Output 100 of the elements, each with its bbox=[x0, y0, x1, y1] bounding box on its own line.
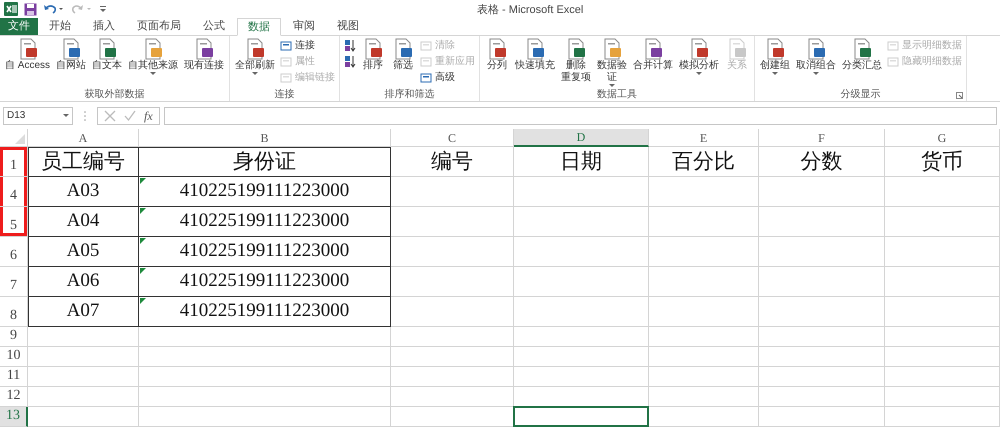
table-cell: 410225199111223000 bbox=[139, 267, 391, 297]
command-icon bbox=[420, 56, 432, 68]
customize-caret-icon[interactable] bbox=[99, 4, 107, 14]
row-header[interactable]: 12 bbox=[0, 387, 28, 407]
command-icon bbox=[420, 40, 432, 52]
ribbon-button[interactable]: 排序 bbox=[359, 38, 388, 72]
insert-function-button[interactable]: fx bbox=[144, 110, 153, 122]
table-cell: 员工编号 bbox=[28, 147, 139, 177]
row-header[interactable]: 8 bbox=[0, 297, 28, 327]
ribbon-button[interactable]: 全部刷新 bbox=[233, 38, 278, 76]
group-label: 数据工具 bbox=[597, 89, 638, 101]
table-cell: A04 bbox=[28, 207, 139, 237]
row-header[interactable]: 9 bbox=[0, 327, 28, 347]
caret-icon bbox=[150, 72, 156, 76]
ribbon-tab[interactable]: 视图 bbox=[327, 18, 369, 35]
ribbon-button[interactable]: 分类汇总 bbox=[840, 38, 884, 72]
ribbon-button[interactable]: 模拟分析 bbox=[677, 38, 722, 76]
table-cell: 410225199111223000 bbox=[139, 237, 391, 267]
row-header[interactable]: 11 bbox=[0, 367, 28, 387]
name-box[interactable]: D13 bbox=[3, 106, 73, 124]
row-header[interactable]: 7 bbox=[0, 267, 28, 297]
file-tab[interactable]: 文件 bbox=[0, 18, 38, 35]
row-header[interactable]: 6 bbox=[0, 237, 28, 267]
caret-icon bbox=[772, 72, 778, 76]
error-indicator-icon bbox=[140, 268, 146, 274]
ribbon-button[interactable]: 自 Access bbox=[3, 38, 52, 72]
sort-button[interactable] bbox=[343, 54, 358, 69]
ribbon-button[interactable]: 高级 bbox=[419, 70, 476, 85]
sort-icon bbox=[344, 55, 356, 68]
row-header[interactable]: 10 bbox=[0, 347, 28, 367]
column-header[interactable]: A bbox=[28, 129, 139, 147]
table-cell: 分数 bbox=[759, 147, 885, 177]
group-label: 排序和筛选 bbox=[384, 89, 435, 101]
error-indicator-icon bbox=[140, 208, 146, 214]
ribbon-tab[interactable]: 页面布局 bbox=[127, 18, 191, 35]
ribbon-button[interactable]: 自网站 bbox=[54, 38, 88, 72]
window-title: 表格 - Microsoft Excel bbox=[477, 3, 584, 18]
ribbon-button[interactable]: 连接 bbox=[279, 38, 336, 53]
caret-icon bbox=[696, 72, 702, 76]
table-cell: 编号 bbox=[391, 147, 514, 177]
table-cell: A05 bbox=[28, 237, 139, 267]
table-cell: 日期 bbox=[514, 147, 649, 177]
column-header[interactable]: B bbox=[139, 129, 391, 147]
ribbon-button[interactable]: 删除 重复项 bbox=[559, 38, 594, 84]
error-indicator-icon bbox=[140, 178, 146, 184]
group-label: 分级显示 bbox=[840, 89, 881, 101]
row-header[interactable]: 1 bbox=[0, 147, 28, 177]
ribbon-button[interactable]: 筛选 bbox=[389, 38, 418, 72]
formula-input[interactable] bbox=[164, 106, 997, 124]
group-label: 获取外部数据 bbox=[84, 89, 144, 101]
ribbon-button[interactable]: 取消组合 bbox=[794, 38, 838, 76]
table-cell: 410225199111223000 bbox=[139, 177, 391, 207]
dialog-launcher-icon[interactable] bbox=[956, 92, 964, 99]
table-cell: 身份证 bbox=[139, 147, 391, 177]
column-header[interactable]: G bbox=[885, 129, 1000, 147]
caret-icon bbox=[252, 72, 258, 76]
ribbon-button[interactable]: 创建组 bbox=[758, 38, 792, 76]
caret-icon bbox=[609, 84, 616, 88]
ribbon-button[interactable]: 分列 bbox=[483, 38, 512, 72]
ribbon-tab[interactable]: 公式 bbox=[193, 18, 235, 35]
table-cell: A06 bbox=[28, 267, 139, 297]
grip-icon bbox=[83, 110, 87, 122]
table-cell: 货币 bbox=[885, 147, 1000, 177]
column-header[interactable]: E bbox=[649, 129, 759, 147]
group-label: 连接 bbox=[274, 89, 295, 101]
ribbon-button[interactable]: 自文本 bbox=[90, 38, 124, 72]
ribbon-button[interactable]: 自其他来源 bbox=[126, 38, 180, 76]
table-cell: A03 bbox=[28, 177, 139, 207]
command-icon bbox=[280, 40, 292, 52]
table-cell: 410225199111223000 bbox=[139, 297, 391, 327]
ribbon-button[interactable]: 合并计算 bbox=[631, 38, 676, 72]
ribbon-tab[interactable]: 数据 bbox=[237, 18, 281, 36]
column-header[interactable]: F bbox=[759, 129, 885, 147]
error-indicator-icon bbox=[140, 298, 146, 304]
error-indicator-icon bbox=[140, 238, 146, 244]
command-icon bbox=[280, 72, 292, 84]
command-icon bbox=[887, 40, 900, 52]
sort-icon bbox=[344, 39, 356, 52]
ribbon-tab[interactable]: 开始 bbox=[39, 18, 81, 35]
row-header[interactable]: 13 bbox=[0, 407, 28, 427]
ribbon-tab[interactable]: 插入 bbox=[83, 18, 125, 35]
command-icon bbox=[887, 56, 900, 68]
row-header[interactable]: 4 bbox=[0, 177, 28, 207]
sort-button[interactable] bbox=[343, 38, 358, 53]
row-header[interactable]: 5 bbox=[0, 207, 28, 237]
excel-logo-icon[interactable] bbox=[4, 2, 18, 16]
table-cell: 百分比 bbox=[649, 147, 759, 177]
undo-icon[interactable] bbox=[43, 3, 65, 15]
ribbon-tab[interactable]: 审阅 bbox=[283, 18, 325, 35]
table-cell: 410225199111223000 bbox=[139, 207, 391, 237]
ribbon-button[interactable]: 数据验 证 bbox=[595, 38, 630, 88]
command-icon bbox=[420, 72, 432, 84]
caret-icon bbox=[63, 114, 69, 118]
ribbon-button[interactable]: 现有连接 bbox=[182, 38, 226, 72]
ribbon-button[interactable]: 快速填充 bbox=[513, 38, 558, 72]
column-header[interactable]: D bbox=[514, 129, 649, 147]
column-header[interactable]: C bbox=[391, 129, 514, 147]
table-cell: A07 bbox=[28, 297, 139, 327]
caret-icon bbox=[813, 72, 820, 76]
save-icon[interactable] bbox=[24, 2, 37, 16]
